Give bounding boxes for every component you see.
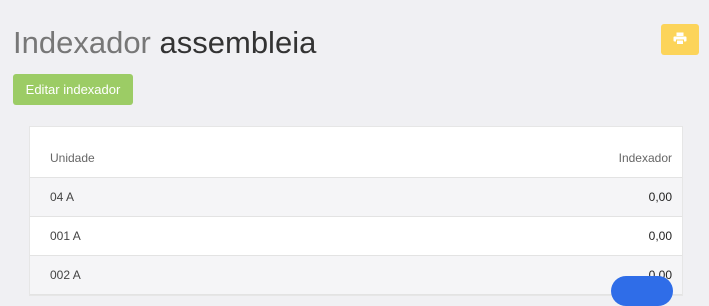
page-title: Indexador assembleia [13,24,316,62]
page-title-primary: Indexador [13,25,151,60]
page-title-secondary: assembleia [159,25,317,60]
unit-cell: 001 A [50,229,81,243]
edit-indexer-button[interactable]: Editar indexador [13,74,133,105]
table-row[interactable]: 001 A 0,00 [30,217,682,256]
table-row[interactable]: 04 A 0,00 [30,178,682,217]
printer-icon [673,32,687,48]
indexer-table: Unidade Indexador 04 A 0,00 001 A 0,00 0… [29,126,683,296]
column-header-indexer[interactable]: Indexador [619,151,672,165]
unit-cell: 04 A [50,190,75,204]
indexer-cell: 0,00 [648,190,672,204]
print-button[interactable] [661,24,699,55]
floating-action-button[interactable] [611,276,673,306]
column-header-unit[interactable]: Unidade [50,151,95,165]
table-row[interactable]: 002 A 0,00 [30,256,682,295]
unit-cell: 002 A [50,268,81,282]
table-header: Unidade Indexador [30,127,682,178]
indexer-cell: 0,00 [648,229,672,243]
